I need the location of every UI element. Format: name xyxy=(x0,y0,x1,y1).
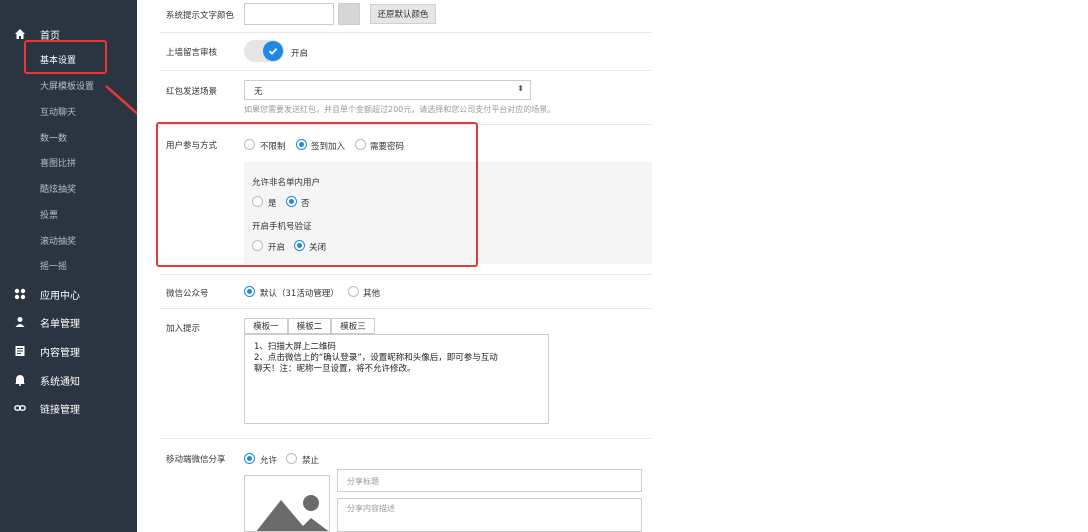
divider xyxy=(160,70,652,71)
nav-list-management[interactable]: 名单管理 xyxy=(0,311,137,333)
sidebar-item-photo-contest[interactable]: 喜图比拼 xyxy=(40,157,76,171)
document-icon xyxy=(14,345,26,357)
divider xyxy=(160,308,652,309)
bell-icon xyxy=(14,374,26,386)
share-desc-input[interactable]: 分享内容描述 xyxy=(337,498,642,532)
red-packet-label: 红包发送场景 xyxy=(166,87,218,97)
check-icon xyxy=(263,41,283,61)
red-packet-value: 无 xyxy=(254,87,263,97)
radio-wechat-other[interactable] xyxy=(348,286,359,297)
share-image-upload[interactable] xyxy=(244,475,330,532)
join-tip-label: 加入提示 xyxy=(166,324,201,334)
radio-wechat-other-label: 其他 xyxy=(363,289,381,299)
divider xyxy=(160,32,652,33)
nav-system-notice[interactable]: 系统通知 xyxy=(0,369,137,391)
wall-review-toggle[interactable] xyxy=(244,40,284,62)
red-packet-hint: 如果您需要发送红包，并且单个金额超过200元，请选择和您公司支付平台对应的场景。 xyxy=(244,105,556,114)
sidebar-item-vote[interactable]: 投票 xyxy=(40,209,58,223)
image-placeholder-icon xyxy=(256,495,329,531)
nav-content-management-label: 内容管理 xyxy=(40,347,80,359)
share-title-placeholder: 分享标题 xyxy=(347,477,379,486)
home-icon xyxy=(14,28,26,40)
red-packet-select[interactable]: 无 ⬍ xyxy=(244,80,531,100)
radio-wechat-default-label: 默认（31活动管理） xyxy=(260,289,339,299)
text-color-label: 系统提示文字颜色 xyxy=(166,11,235,21)
nav-content-management[interactable]: 内容管理 xyxy=(0,340,137,362)
sidebar-item-lottery[interactable]: 酷炫抽奖 xyxy=(40,183,76,197)
select-arrow-icon: ⬍ xyxy=(517,84,524,93)
nav-app-center-label: 应用中心 xyxy=(40,290,80,302)
link-icon xyxy=(14,402,26,414)
tab-template-3[interactable]: 模板三 xyxy=(331,318,375,334)
nav-system-notice-label: 系统通知 xyxy=(40,376,80,388)
share-title-input[interactable]: 分享标题 xyxy=(337,469,642,492)
wall-review-state: 开启 xyxy=(291,49,309,59)
highlight-box-nav xyxy=(24,40,107,74)
sidebar-item-screen-template[interactable]: 大屏模板设置 xyxy=(40,80,94,94)
nav-app-center[interactable]: 应用中心 xyxy=(0,283,137,305)
divider xyxy=(160,438,652,439)
sidebar-item-count[interactable]: 数一数 xyxy=(40,132,67,146)
wechat-account-label: 微信公众号 xyxy=(166,289,209,299)
divider xyxy=(160,274,652,275)
join-tip-textarea[interactable]: 1、扫描大屏上二维码 2、点击微信上的“确认登录”，设置昵称和头像后，即可参与互… xyxy=(244,334,549,424)
sidebar-item-chat[interactable]: 互动聊天 xyxy=(40,106,76,120)
highlight-box-participation xyxy=(156,122,478,267)
text-color-input[interactable] xyxy=(244,3,334,25)
reset-color-button[interactable]: 还原默认颜色 xyxy=(370,4,436,24)
tab-template-2[interactable]: 模板二 xyxy=(288,318,331,334)
nav-link-management-label: 链接管理 xyxy=(40,404,80,416)
radio-share-deny-label: 禁止 xyxy=(302,456,320,466)
radio-wechat-default[interactable] xyxy=(244,286,255,297)
sidebar-item-scroll-lottery[interactable]: 滚动抽奖 xyxy=(40,235,76,249)
color-swatch[interactable] xyxy=(338,3,360,25)
radio-share-allow-label: 允许 xyxy=(260,456,278,466)
share-desc-placeholder: 分享内容描述 xyxy=(347,504,395,513)
wall-review-label: 上墙留言审核 xyxy=(166,48,218,58)
apps-icon xyxy=(14,288,26,300)
sidebar-item-shake[interactable]: 摇一摇 xyxy=(40,260,67,274)
mobile-share-label: 移动端微信分享 xyxy=(166,455,226,465)
nav-link-management[interactable]: 链接管理 xyxy=(0,397,137,419)
radio-share-deny[interactable] xyxy=(286,453,297,464)
nav-list-management-label: 名单管理 xyxy=(40,318,80,330)
radio-share-allow[interactable] xyxy=(244,453,255,464)
tab-template-1[interactable]: 模板一 xyxy=(244,318,288,334)
user-icon xyxy=(14,316,26,328)
